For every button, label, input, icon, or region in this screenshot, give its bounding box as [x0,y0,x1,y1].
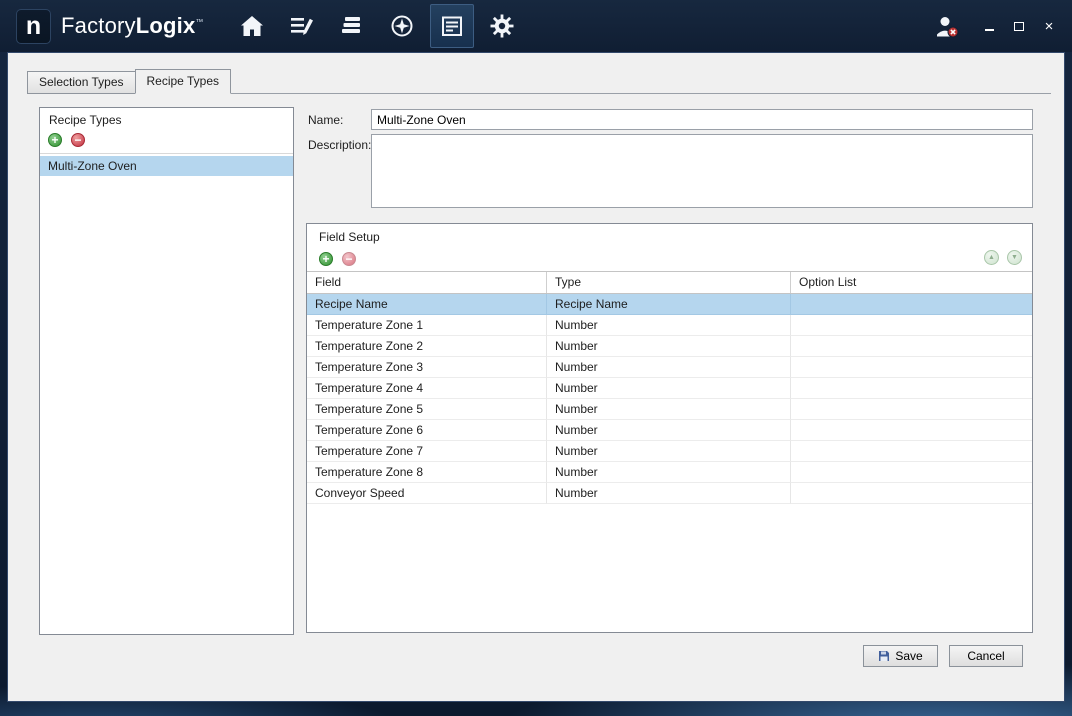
field-cell[interactable]: Temperature Zone 1 [307,315,547,336]
main-nav [230,4,524,48]
edit-list-icon [289,13,315,39]
document-icon [439,13,465,39]
type-cell[interactable]: Number [547,315,791,336]
minimize-icon[interactable] [982,19,996,33]
stack-icon [339,13,365,39]
window-controls: × [982,19,1056,33]
name-input[interactable] [371,109,1033,130]
field-table-header: Field Type Option List [307,271,1032,294]
nav-settings[interactable] [480,4,524,48]
column-header-option-list[interactable]: Option List [791,272,1032,293]
app-window: n FactoryLogix™ [0,0,1072,716]
option-list-cell[interactable] [791,336,1032,357]
type-cell[interactable]: Number [547,420,791,441]
option-list-cell[interactable] [791,462,1032,483]
content-area: Selection Types Recipe Types Recipe Type… [7,52,1065,702]
field-cell[interactable]: Temperature Zone 7 [307,441,547,462]
recipe-types-toolbar: + − [40,130,293,154]
type-cell[interactable]: Number [547,462,791,483]
field-cell[interactable]: Temperature Zone 5 [307,399,547,420]
table-row[interactable]: Temperature Zone 5Number [307,399,1032,420]
table-row[interactable]: Temperature Zone 4Number [307,378,1032,399]
app-title: FactoryLogix™ [61,13,204,39]
field-setup-panel: Field Setup + − ▲ ▼ Field Type Option Li… [306,223,1033,633]
move-up-icon[interactable]: ▲ [984,250,999,265]
nav-documents[interactable] [430,4,474,48]
cancel-button-label: Cancel [967,649,1004,663]
type-cell[interactable]: Number [547,378,791,399]
option-list-cell[interactable] [791,483,1032,504]
name-label: Name: [308,113,343,127]
factorylogix-logo: n [16,9,51,44]
gear-icon [489,13,515,39]
field-setup-title: Field Setup [307,224,1032,247]
remove-field-icon[interactable]: − [342,252,356,266]
user-logout-icon[interactable] [934,14,960,39]
option-list-cell[interactable] [791,420,1032,441]
nav-materials[interactable] [330,4,374,48]
move-down-icon[interactable]: ▼ [1007,250,1022,265]
cancel-button[interactable]: Cancel [949,645,1023,667]
titlebar-right: × [934,14,1056,39]
tab-recipe-types[interactable]: Recipe Types [135,69,232,94]
table-row[interactable]: Recipe NameRecipe Name [307,294,1032,315]
nav-home[interactable] [230,4,274,48]
option-list-cell[interactable] [791,294,1032,315]
type-cell[interactable]: Number [547,483,791,504]
option-list-cell[interactable] [791,378,1032,399]
table-row[interactable]: Temperature Zone 2Number [307,336,1032,357]
field-cell[interactable]: Temperature Zone 4 [307,378,547,399]
type-cell[interactable]: Recipe Name [547,294,791,315]
close-icon[interactable]: × [1042,19,1056,33]
add-field-icon[interactable]: + [319,252,333,266]
reorder-buttons: ▲ ▼ [984,250,1022,265]
field-cell[interactable]: Conveyor Speed [307,483,547,504]
option-list-cell[interactable] [791,357,1032,378]
list-item[interactable]: Multi-Zone Oven [40,156,293,176]
tabstrip: Selection Types Recipe Types [27,69,1051,94]
field-cell[interactable]: Temperature Zone 3 [307,357,547,378]
type-cell[interactable]: Number [547,336,791,357]
table-row[interactable]: Temperature Zone 3Number [307,357,1032,378]
field-table-body: Recipe NameRecipe NameTemperature Zone 1… [307,294,1032,504]
target-icon [389,13,415,39]
field-cell[interactable]: Temperature Zone 6 [307,420,547,441]
nav-production[interactable] [380,4,424,48]
add-recipe-type-icon[interactable]: + [48,133,62,147]
description-label: Description: [308,138,371,152]
table-row[interactable]: Temperature Zone 1Number [307,315,1032,336]
trademark: ™ [195,18,203,27]
table-row[interactable]: Temperature Zone 7Number [307,441,1032,462]
remove-recipe-type-icon[interactable]: − [71,133,85,147]
table-row[interactable]: Conveyor SpeedNumber [307,483,1032,504]
type-cell[interactable]: Number [547,441,791,462]
column-header-type[interactable]: Type [547,272,791,293]
field-setup-toolbar: + − ▲ ▼ [307,247,1032,271]
maximize-icon[interactable] [1012,19,1026,33]
field-cell[interactable]: Recipe Name [307,294,547,315]
type-cell[interactable]: Number [547,357,791,378]
recipe-types-list: Multi-Zone Oven [40,154,293,176]
recipe-types-panel: Recipe Types + − Multi-Zone Oven [39,107,294,635]
field-cell[interactable]: Temperature Zone 8 [307,462,547,483]
save-button-label: Save [895,649,922,663]
option-list-cell[interactable] [791,315,1032,336]
option-list-cell[interactable] [791,441,1032,462]
type-cell[interactable]: Number [547,399,791,420]
logo-letter: n [26,14,41,39]
recipe-types-panel-title: Recipe Types [40,108,293,130]
option-list-cell[interactable] [791,399,1032,420]
save-icon [878,650,890,662]
save-button[interactable]: Save [863,645,938,667]
tab-selection-types[interactable]: Selection Types [27,71,136,94]
titlebar: n FactoryLogix™ [0,0,1072,52]
field-cell[interactable]: Temperature Zone 2 [307,336,547,357]
description-input[interactable] [371,134,1033,208]
column-header-field[interactable]: Field [307,272,547,293]
table-row[interactable]: Temperature Zone 8Number [307,462,1032,483]
table-row[interactable]: Temperature Zone 6Number [307,420,1032,441]
nav-edit-list[interactable] [280,4,324,48]
home-icon [239,13,265,39]
